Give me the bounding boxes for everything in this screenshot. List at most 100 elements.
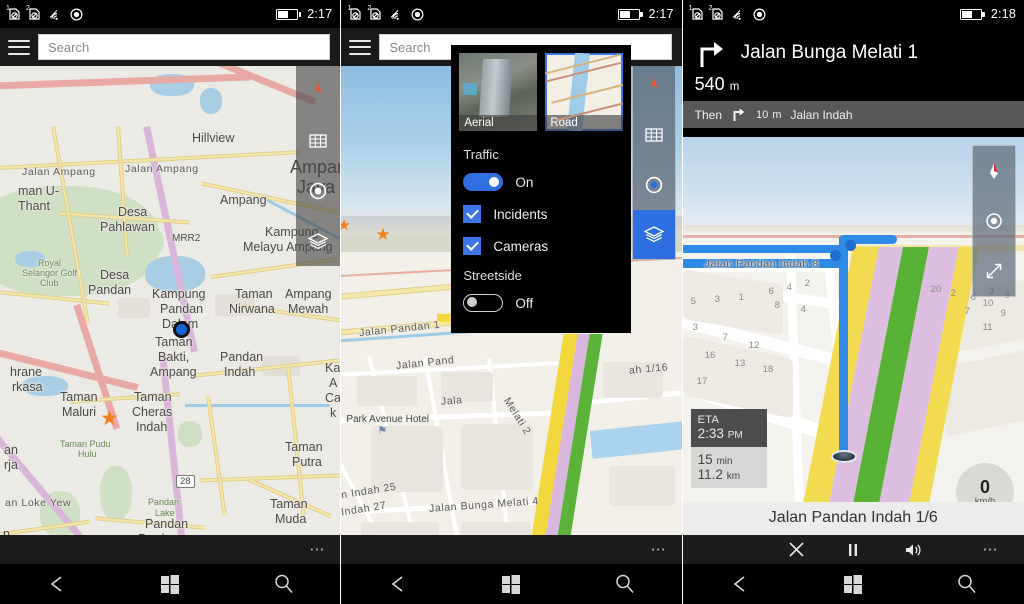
search-input[interactable]: Search [38,34,331,60]
highway-shield: 28 [176,475,195,488]
map-label: Ca [325,391,341,405]
map-style-aerial-label: Aerial [459,115,538,131]
map-label: k [330,406,337,420]
directions-button[interactable] [633,66,675,111]
phone-screen-map-browse: 1 2 2:17 Search Hillview Jalan Ampang Ja… [0,0,341,604]
hamburger-icon[interactable] [8,39,30,55]
grid-button[interactable] [633,111,675,161]
incidents-checkbox[interactable] [463,205,482,223]
status-right: 2:17 [617,7,674,21]
streetside-toggle[interactable] [463,294,504,312]
volume-button[interactable] [904,542,962,558]
search-button[interactable] [568,573,681,595]
battery-icon [959,8,985,20]
incidents-row[interactable]: Incidents [451,198,631,230]
my-location-button[interactable] [633,160,675,210]
map-style-road[interactable]: Road [545,53,624,131]
map-label: Ampang [150,365,197,379]
pause-navigation-button[interactable] [846,542,904,558]
more-icon[interactable]: ⋯ [651,542,668,557]
map-label: Taman [270,497,308,511]
back-button[interactable] [341,574,454,594]
home-button[interactable] [796,573,910,595]
back-button[interactable] [0,574,113,594]
layers-button[interactable] [296,216,340,266]
house-number: 12 [748,340,760,351]
house-number: 4 [800,304,806,315]
remaining-distance-unit: km [726,471,741,482]
more-button[interactable]: ⋯ [962,542,1020,557]
house-number: 4 [786,282,792,293]
more-icon[interactable]: ⋯ [309,542,326,557]
hotel-marker-icon: ⚑ [377,425,388,437]
streetside-toggle-row[interactable]: Off [451,287,631,319]
app-bar-more-middle[interactable]: ⋯ [341,535,682,564]
map-label: Kampung [152,287,206,301]
map-label: Taman [285,440,323,454]
directions-button[interactable] [296,66,340,116]
expand-button[interactable] [973,246,1015,296]
status-bar-middle: 1 2 2:17 [341,0,682,28]
grid-button[interactable] [296,116,340,166]
vehicle-marker [830,450,857,463]
then-label: Then [694,107,723,122]
house-number: 10 [982,298,994,309]
compass-button[interactable] [973,146,1015,196]
eta-time: 2:33 PM [698,426,760,441]
map-label: Indah [224,365,256,379]
map-label: Hillview [192,131,235,145]
search-button[interactable] [227,573,340,595]
remaining-distance-value: 11.2 [697,467,723,482]
house-number: 7 [722,332,728,343]
home-button[interactable] [455,573,568,595]
app-bar-left: Search [0,28,341,66]
sim1-number: 1 [6,5,10,12]
route-waypoint [829,250,841,261]
current-location-dot [173,321,190,338]
gps-icon [411,7,424,21]
house-number: 13 [734,358,746,369]
cameras-checkbox[interactable] [463,237,482,255]
eta-block: ETA 2:33 PM [690,409,767,447]
app-bar-more-left[interactable]: ⋯ [0,535,341,564]
map-label: hrane [10,365,42,379]
map-label: n [3,527,10,535]
layers-button[interactable] [632,209,675,259]
sim2-icon: 2 [709,5,724,21]
hamburger-icon[interactable] [349,39,372,55]
map-canvas-left[interactable]: Hillview Jalan Ampang Jalan Ampang Ampang ma… [0,66,341,535]
house-number: 9 [1000,308,1006,319]
sim2-number: 2 [26,5,30,12]
status-icons: 1 2 [6,5,83,21]
map-label: Ka [325,361,341,375]
map-label: Taman [155,335,193,349]
map-controls-middle [631,66,676,260]
turn-right-icon [731,106,747,123]
streetside-section-label: Streetside [463,268,522,283]
map-style-aerial[interactable]: Aerial [459,53,538,131]
my-location-button[interactable] [973,196,1015,246]
traffic-toggle[interactable] [463,173,504,191]
eta-time-value: 2:33 [697,426,724,441]
map-label: Maluri [62,405,97,419]
status-bar-left: 1 2 2:17 [0,0,341,28]
traffic-toggle-row[interactable]: On [451,166,631,198]
favorite-star-icon[interactable]: ★ [100,408,119,429]
map-label: Jala [440,394,464,408]
next-maneuver-bar: Then 10 m Jalan Indah [682,101,1024,128]
favorite-star-icon: ★ [375,225,391,244]
navigation-map-canvas[interactable]: Jalan Pandan Indah 8 5 3 1 6 4 2 8 4 3 7 12 16 13 18 1… [682,137,1024,535]
primary-maneuver: Jalan Bunga Melati 1 [695,36,1012,70]
back-button[interactable] [683,574,797,594]
then-distance-unit: m [772,108,782,121]
search-button[interactable] [910,573,1024,595]
house-number: 20 [930,284,942,295]
system-nav-bar-middle [341,564,682,604]
house-number: 3 [714,294,720,305]
distance-to-maneuver: 540 m [695,70,1012,95]
my-location-button[interactable] [296,166,340,216]
end-navigation-button[interactable] [788,541,846,558]
cameras-row[interactable]: Cameras [451,230,631,262]
home-button[interactable] [113,573,226,595]
then-distance: 10 [756,108,769,121]
